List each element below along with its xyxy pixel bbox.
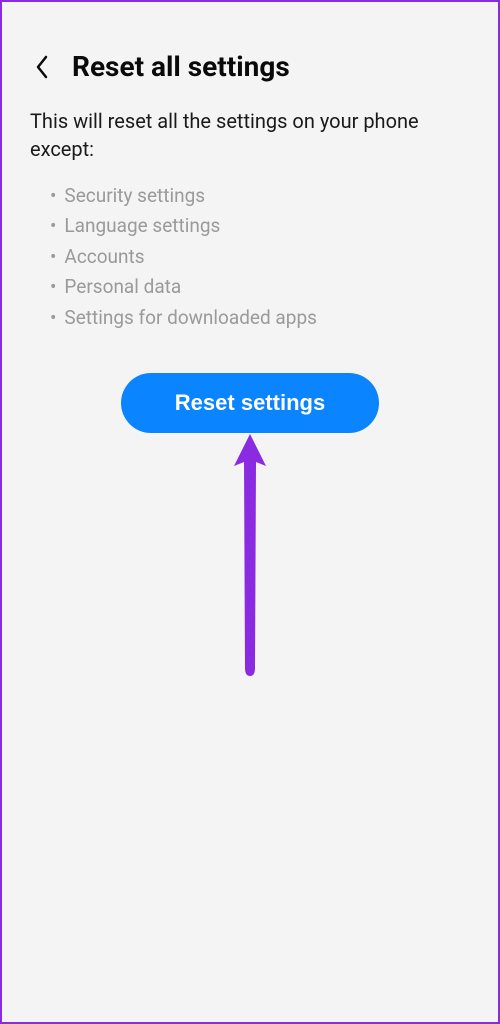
annotation-arrow-icon	[228, 428, 272, 682]
bullet-icon: •	[50, 303, 56, 333]
list-item-label: Language settings	[64, 211, 220, 241]
list-item: • Security settings	[50, 181, 470, 211]
list-item-label: Accounts	[64, 242, 144, 272]
description-text: This will reset all the settings on your…	[2, 107, 498, 175]
button-container: Reset settings	[2, 333, 498, 433]
exception-list: • Security settings • Language settings …	[2, 175, 498, 333]
list-item-label: Personal data	[64, 272, 181, 302]
bullet-icon: •	[50, 181, 56, 211]
list-item-label: Security settings	[64, 181, 205, 211]
list-item: • Language settings	[50, 211, 470, 241]
header: Reset all settings	[2, 2, 498, 107]
list-item: • Settings for downloaded apps	[50, 303, 470, 333]
bullet-icon: •	[50, 211, 56, 241]
list-item-label: Settings for downloaded apps	[64, 303, 317, 333]
reset-settings-button[interactable]: Reset settings	[121, 373, 379, 433]
page-title: Reset all settings	[72, 50, 290, 83]
list-item: • Accounts	[50, 242, 470, 272]
back-icon[interactable]	[30, 55, 54, 79]
bullet-icon: •	[50, 242, 56, 272]
list-item: • Personal data	[50, 272, 470, 302]
bullet-icon: •	[50, 272, 56, 302]
